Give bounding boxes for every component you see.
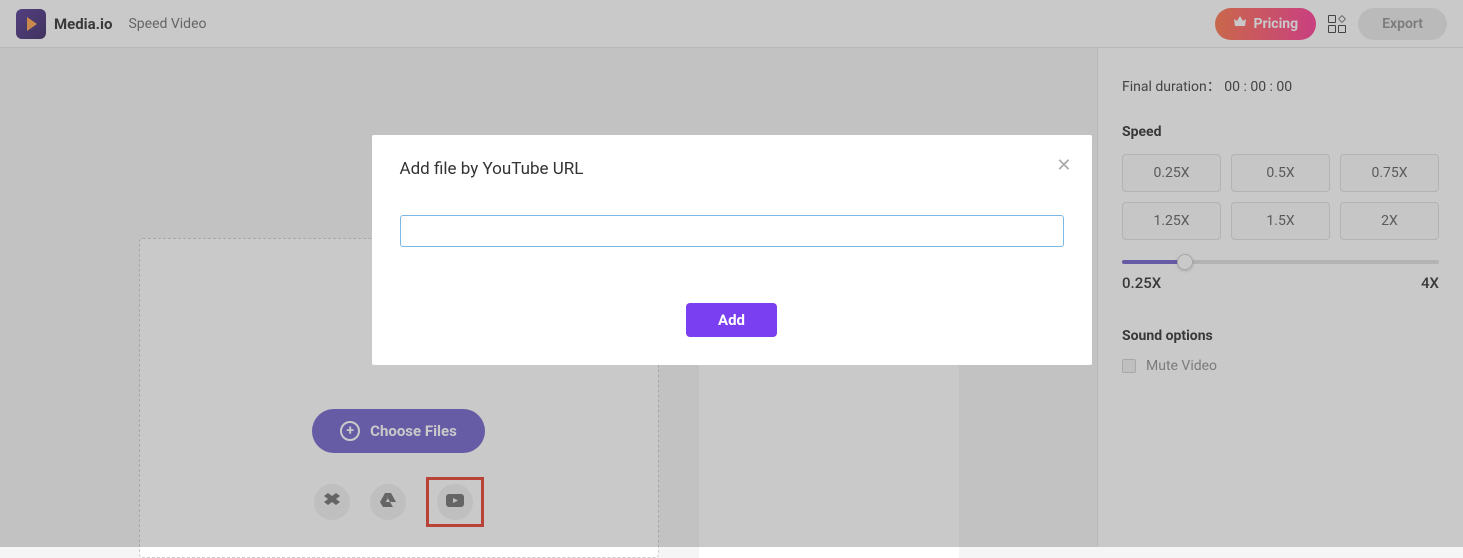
modal-title: Add file by YouTube URL: [400, 159, 1064, 179]
youtube-url-input[interactable]: [400, 215, 1064, 247]
modal-footer: Add: [400, 303, 1064, 337]
youtube-url-modal: Add file by YouTube URL ✕ Add: [372, 135, 1092, 365]
close-icon: ✕: [1056, 155, 1071, 176]
modal-close-button[interactable]: ✕: [1056, 155, 1071, 176]
modal-overlay[interactable]: Add file by YouTube URL ✕ Add: [0, 0, 1463, 547]
add-button[interactable]: Add: [686, 303, 777, 337]
